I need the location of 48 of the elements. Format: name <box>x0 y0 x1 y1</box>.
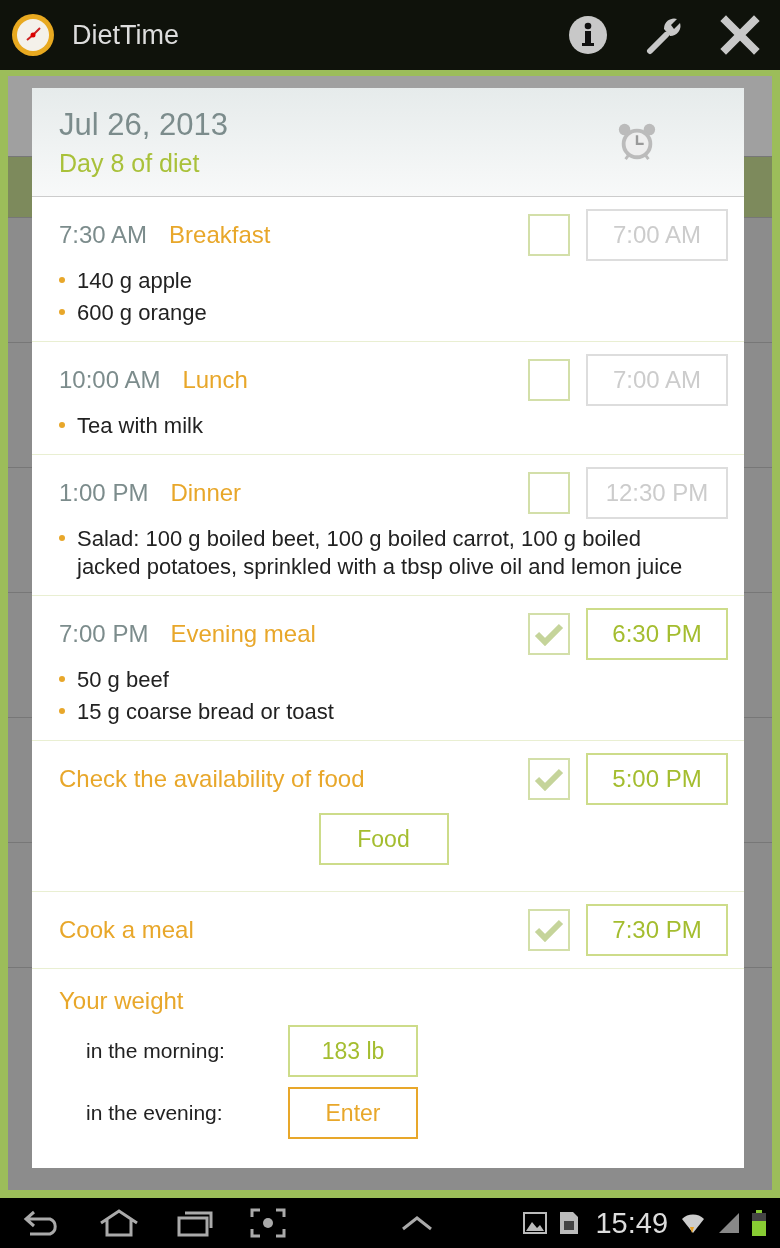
meal-time: 10:00 AM <box>59 366 161 394</box>
close-icon[interactable] <box>720 15 760 55</box>
meal-name: Evening meal <box>170 620 316 648</box>
reminder-time-button[interactable]: 5:00 PM <box>586 753 728 805</box>
weight-button[interactable]: 183 lb <box>288 1025 418 1077</box>
weight-label: in the evening: <box>86 1101 224 1125</box>
screenshot-icon[interactable] <box>250 1208 286 1238</box>
meal-name: Dinner <box>170 479 242 507</box>
reminder-time-button[interactable]: 7:30 PM <box>586 904 728 956</box>
checkbox[interactable] <box>528 758 570 800</box>
food-item: Tea with milk <box>77 412 203 440</box>
weight-label: in the morning: <box>86 1039 226 1063</box>
section-title: Your weight <box>59 987 185 1015</box>
food-item: 50 g beef <box>77 666 169 694</box>
meal-name: Check the availability of food <box>59 765 365 793</box>
day-label: Day 8 of diet <box>59 148 201 178</box>
caret-up-icon[interactable] <box>400 1215 433 1231</box>
meal-name: Cook a meal <box>59 916 194 944</box>
checkbox[interactable] <box>528 359 570 401</box>
date-title: Jul 26, 2013 <box>59 106 229 143</box>
info-icon[interactable] <box>568 15 608 55</box>
checkbox[interactable] <box>528 909 570 951</box>
gallery-icon <box>523 1212 548 1234</box>
food-button[interactable]: Food <box>318 813 449 865</box>
weight-button[interactable]: Enter <box>288 1087 418 1139</box>
food-item: 15 g coarse bread or toast <box>77 698 334 726</box>
status-time: 15:49 <box>595 1206 668 1240</box>
meal-time: 7:30 AM <box>59 221 148 249</box>
meal-name: Lunch <box>182 366 248 394</box>
checkbox[interactable] <box>528 214 570 256</box>
clock-icon <box>10 12 56 58</box>
food-item: Salad: 100 g boiled beet, 100 g boiled carrot, 100 g boiled jacked potatoes, sprinkled with a tbsp olive oil and lemon juice <box>77 525 684 581</box>
meal-name: Breakfast <box>169 221 271 249</box>
sd-card-icon <box>559 1211 580 1235</box>
home-icon[interactable] <box>98 1208 140 1238</box>
food-item: 140 g apple <box>77 267 192 295</box>
check-icon <box>534 622 564 646</box>
checkbox[interactable] <box>528 472 570 514</box>
reminder-time-button[interactable]: 6:30 PM <box>586 608 728 660</box>
check-icon <box>534 918 564 942</box>
meal-time: 7:00 PM <box>59 620 149 648</box>
app-title: DietTime <box>72 19 179 51</box>
food-item: 600 g orange <box>77 299 207 327</box>
meal-time: 1:00 PM <box>59 479 149 507</box>
check-icon <box>534 767 564 791</box>
battery-icon <box>752 1210 766 1236</box>
signal-icon <box>718 1212 740 1234</box>
checkbox[interactable] <box>528 613 570 655</box>
